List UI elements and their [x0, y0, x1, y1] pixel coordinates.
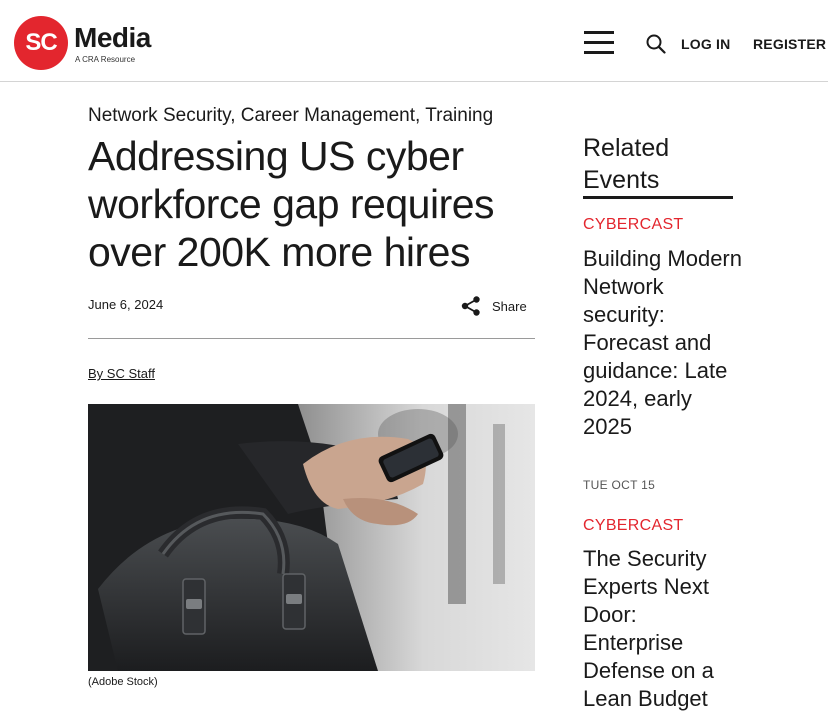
register-link[interactable]: REGISTER — [753, 36, 826, 52]
sc-media-logo[interactable]: SC Media A CRA Resource — [14, 14, 164, 70]
event-title-link[interactable]: Building Modern Network security: Foreca… — [583, 245, 743, 441]
category-link-career-management[interactable]: Career Management — [241, 105, 415, 126]
author-byline-link[interactable]: By SC Staff — [88, 366, 155, 381]
related-events-underline — [583, 196, 733, 199]
hamburger-menu-icon[interactable] — [584, 31, 614, 54]
login-link[interactable]: LOG IN — [681, 36, 730, 52]
logo-mark: SC — [14, 16, 68, 70]
logo-wordmark: Media — [74, 22, 151, 53]
search-icon[interactable] — [646, 34, 666, 54]
related-events-heading: Related Events — [583, 134, 670, 194]
article-title: Addressing US cyber workforce gap requir… — [88, 133, 495, 275]
event-type-label: CYBERCAST — [583, 517, 684, 534]
logo-tagline: A CRA Resource — [75, 55, 136, 64]
event-title-link[interactable]: The Security Experts Next Door: Enterpri… — [583, 545, 743, 713]
hero-photo-illustration — [88, 404, 535, 671]
article-divider — [88, 338, 535, 339]
site-header: SC Media A CRA Resource LOG IN REGISTER — [0, 0, 828, 82]
share-button[interactable]: Share — [460, 294, 527, 318]
article-hero-image — [88, 404, 535, 671]
article-date: June 6, 2024 — [88, 297, 164, 312]
article-categories: Network Security, Career Management, Tra… — [88, 105, 494, 126]
category-link-network-security[interactable]: Network Security — [88, 105, 230, 126]
share-label: Share — [492, 298, 527, 314]
event-type-label: CYBERCAST — [583, 216, 684, 233]
image-caption: (Adobe Stock) — [88, 676, 158, 688]
share-icon — [461, 296, 480, 316]
category-link-training[interactable]: Training — [425, 105, 493, 126]
event-date: TUE OCT 15 — [583, 478, 656, 492]
